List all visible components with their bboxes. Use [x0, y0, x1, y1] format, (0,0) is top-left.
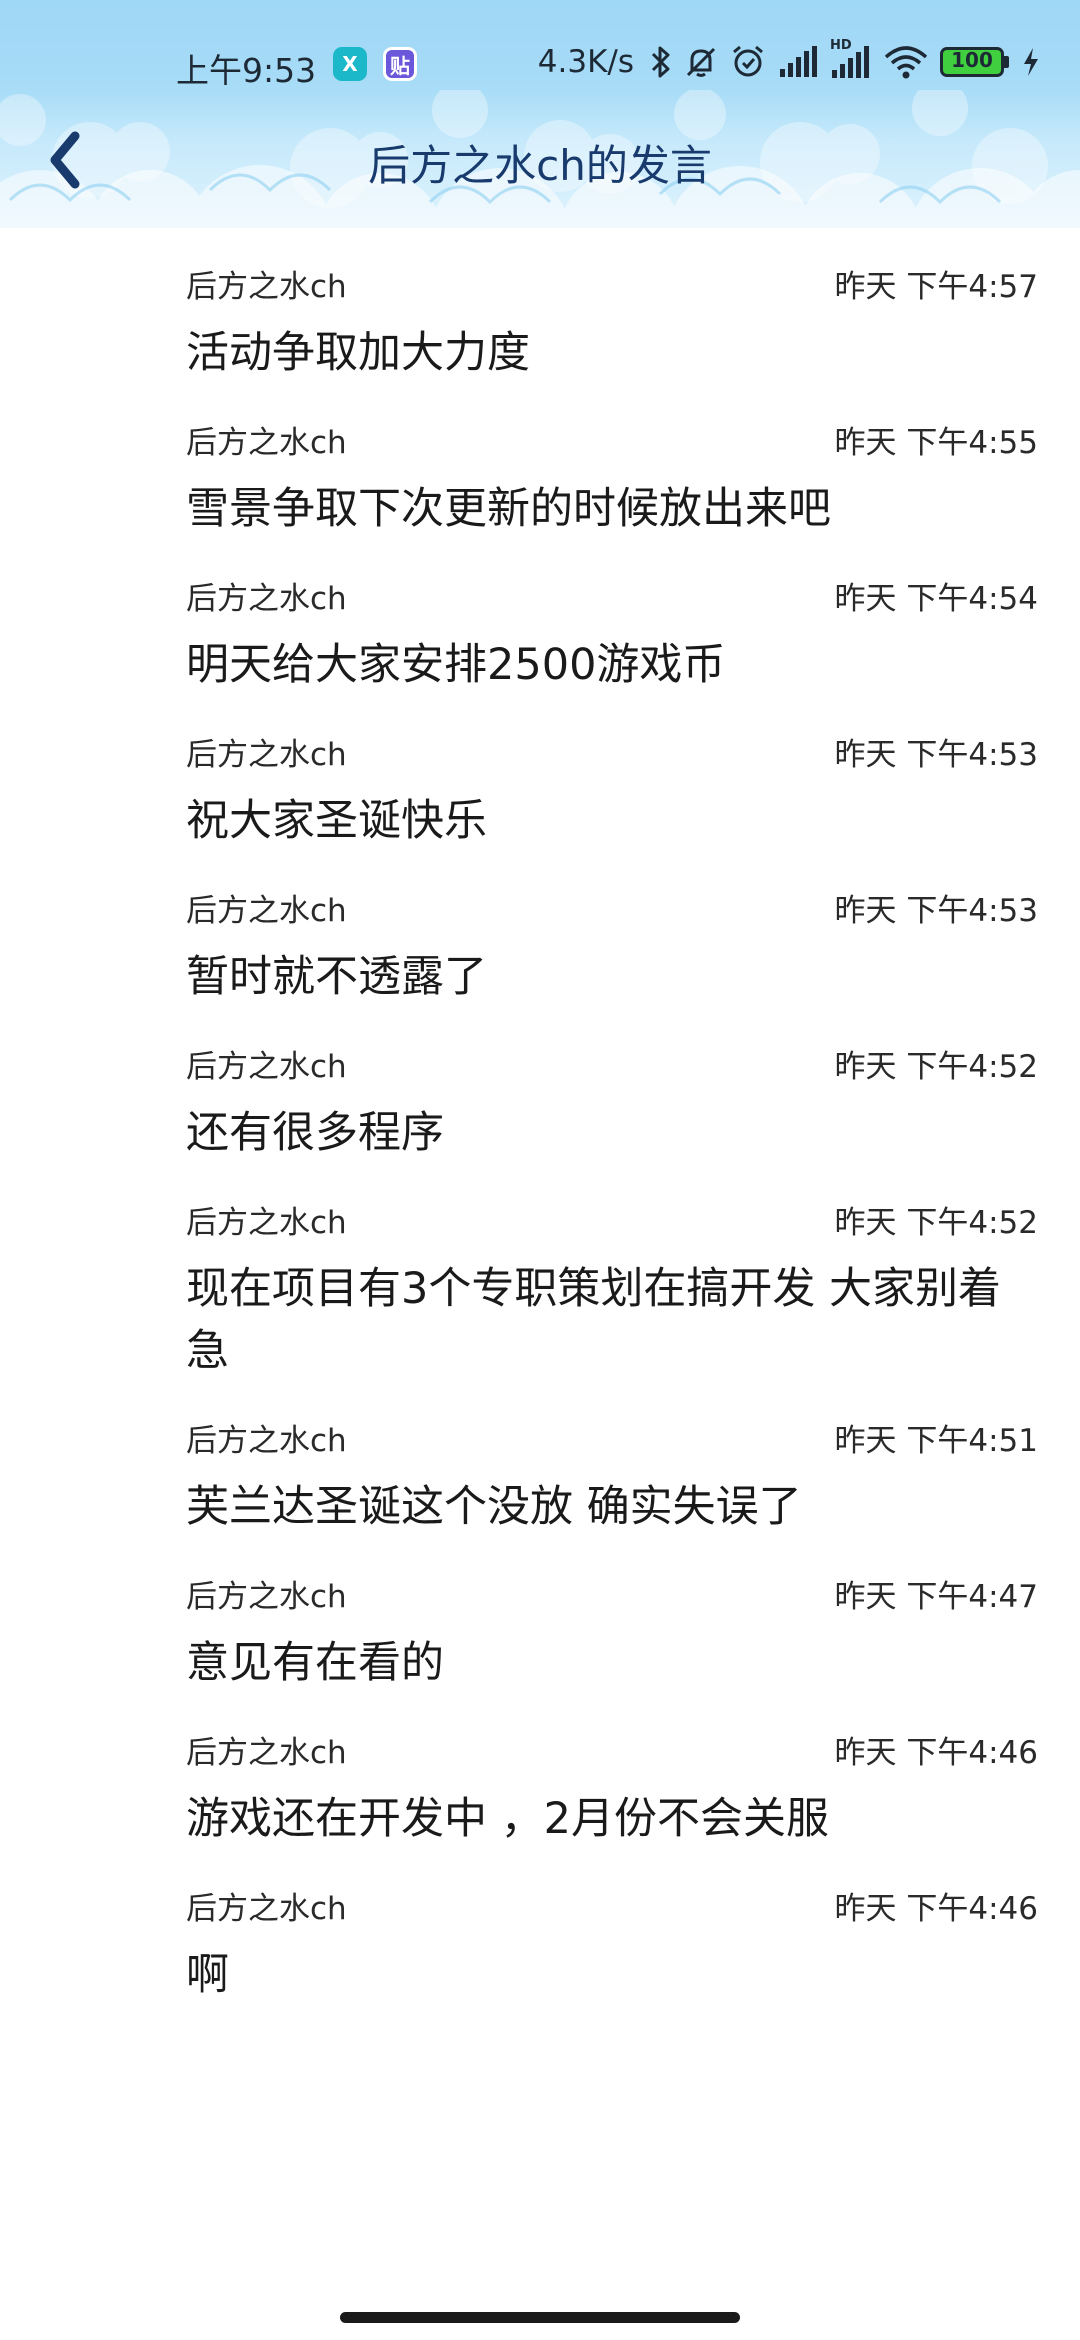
message-item[interactable]: 后方之水ch 昨天 下午4:52 还有很多程序 [0, 1008, 1080, 1164]
message-header: 后方之水ch 昨天 下午4:57 [186, 266, 1038, 306]
message-timestamp: 昨天 下午4:57 [834, 269, 1038, 305]
message-item[interactable]: 后方之水ch 昨天 下午4:57 活动争取加大力度 [0, 228, 1080, 384]
status-time: 上午9:53 [176, 51, 317, 90]
message-timestamp: 昨天 下午4:53 [834, 737, 1038, 773]
message-author[interactable]: 后方之水ch [186, 573, 347, 618]
message-author[interactable]: 后方之水ch [186, 885, 347, 930]
message-item[interactable]: 后方之水ch 昨天 下午4:53 暂时就不透露了 [0, 852, 1080, 1008]
network-speed: 4.3K/s [537, 44, 634, 80]
message-header: 后方之水ch 昨天 下午4:46 [186, 1732, 1038, 1772]
message-item[interactable]: 后方之水ch 昨天 下午4:46 游戏还在开发中 ，2月份不会关服 [0, 1694, 1080, 1850]
message-author[interactable]: 后方之水ch [186, 1415, 347, 1460]
message-timestamp: 昨天 下午4:54 [834, 581, 1038, 617]
wifi-icon [884, 46, 928, 79]
app-x-icon: X [333, 47, 367, 81]
message-text: 啊 [186, 1950, 229, 2000]
message-header: 后方之水ch 昨天 下午4:46 [186, 1888, 1038, 1928]
message-header: 后方之水ch 昨天 下午4:47 [186, 1576, 1038, 1616]
battery-level: 100 [951, 48, 993, 72]
message-text: 活动争取加大力度 [186, 328, 530, 378]
message-header: 后方之水ch 昨天 下午4:52 [186, 1202, 1038, 1242]
bluetooth-icon [651, 46, 670, 78]
message-header: 后方之水ch 昨天 下午4:51 [186, 1420, 1038, 1460]
message-timestamp: 昨天 下午4:51 [834, 1423, 1038, 1459]
top-area: 上午9:53 X 贴 4.3K/s HD 100 后方之水ch的发言 [0, 0, 1080, 228]
message-item[interactable]: 后方之水ch 昨天 下午4:54 明天给大家安排2500游戏币 [0, 540, 1080, 696]
message-timestamp: 昨天 下午4:52 [834, 1049, 1038, 1085]
message-author[interactable]: 后方之水ch [186, 261, 347, 306]
message-text: 明天给大家安排2500游戏币 [186, 640, 726, 690]
message-item[interactable]: 后方之水ch 昨天 下午4:55 雪景争取下次更新的时候放出来吧 [0, 384, 1080, 540]
message-header: 后方之水ch 昨天 下午4:52 [186, 1046, 1038, 1086]
message-header: 后方之水ch 昨天 下午4:53 [186, 734, 1038, 774]
message-text: 现在项目有3个专职策划在搞开发 大家别着急 [186, 1264, 1002, 1376]
message-text: 游戏还在开发中 ，2月份不会关服 [186, 1794, 830, 1844]
message-list[interactable]: 后方之水ch 昨天 下午4:57 活动争取加大力度 后方之水ch 昨天 下午4:55 雪景… [0, 228, 1080, 2006]
message-timestamp: 昨天 下午4:46 [834, 1735, 1038, 1771]
message-item[interactable]: 后方之水ch 昨天 下午4:53 祝大家圣诞快乐 [0, 696, 1080, 852]
charging-icon [1024, 48, 1038, 76]
message-text: 祝大家圣诞快乐 [186, 796, 487, 846]
battery-icon: 100 [940, 47, 1010, 77]
app-tie-icon: 贴 [383, 47, 417, 81]
message-author[interactable]: 后方之水ch [186, 729, 347, 774]
title-bar: 后方之水ch的发言 [0, 90, 1080, 228]
message-header: 后方之水ch 昨天 下午4:54 [186, 578, 1038, 618]
message-text: 雪景争取下次更新的时候放出来吧 [186, 484, 831, 534]
message-item[interactable]: 后方之水ch 昨天 下午4:52 现在项目有3个专职策划在搞开发 大家别着急 [0, 1164, 1080, 1382]
signal-hd-icon: HD [830, 38, 872, 80]
status-icons: 4.3K/s HD 100 [537, 38, 1040, 82]
message-author[interactable]: 后方之水ch [186, 1197, 347, 1242]
message-text: 意见有在看的 [186, 1638, 444, 1688]
alarm-icon [733, 45, 763, 77]
home-indicator[interactable] [340, 2312, 740, 2323]
message-author[interactable]: 后方之水ch [186, 1571, 347, 1616]
message-item[interactable]: 后方之水ch 昨天 下午4:47 意见有在看的 [0, 1538, 1080, 1694]
message-header: 后方之水ch 昨天 下午4:55 [186, 422, 1038, 462]
message-item[interactable]: 后方之水ch 昨天 下午4:46 啊 [0, 1850, 1080, 2006]
message-timestamp: 昨天 下午4:53 [834, 893, 1038, 929]
message-author[interactable]: 后方之水ch [186, 417, 347, 462]
message-timestamp: 昨天 下午4:47 [834, 1579, 1038, 1615]
message-timestamp: 昨天 下午4:55 [834, 425, 1038, 461]
status-bar: 上午9:53 X 贴 4.3K/s HD 100 [0, 0, 1080, 90]
message-text: 暂时就不透露了 [186, 952, 487, 1002]
message-author[interactable]: 后方之水ch [186, 1727, 347, 1772]
page-title: 后方之水ch的发言 [368, 141, 712, 190]
signal-icon [780, 46, 817, 77]
message-text: 还有很多程序 [186, 1108, 444, 1158]
mute-icon [686, 47, 716, 77]
message-author[interactable]: 后方之水ch [186, 1041, 347, 1086]
message-text: 芙兰达圣诞这个没放 确实失误了 [186, 1482, 802, 1532]
message-timestamp: 昨天 下午4:52 [834, 1205, 1038, 1241]
message-header: 后方之水ch 昨天 下午4:53 [186, 890, 1038, 930]
message-author[interactable]: 后方之水ch [186, 1883, 347, 1928]
message-item[interactable]: 后方之水ch 昨天 下午4:51 芙兰达圣诞这个没放 确实失误了 [0, 1382, 1080, 1538]
message-timestamp: 昨天 下午4:46 [834, 1891, 1038, 1927]
